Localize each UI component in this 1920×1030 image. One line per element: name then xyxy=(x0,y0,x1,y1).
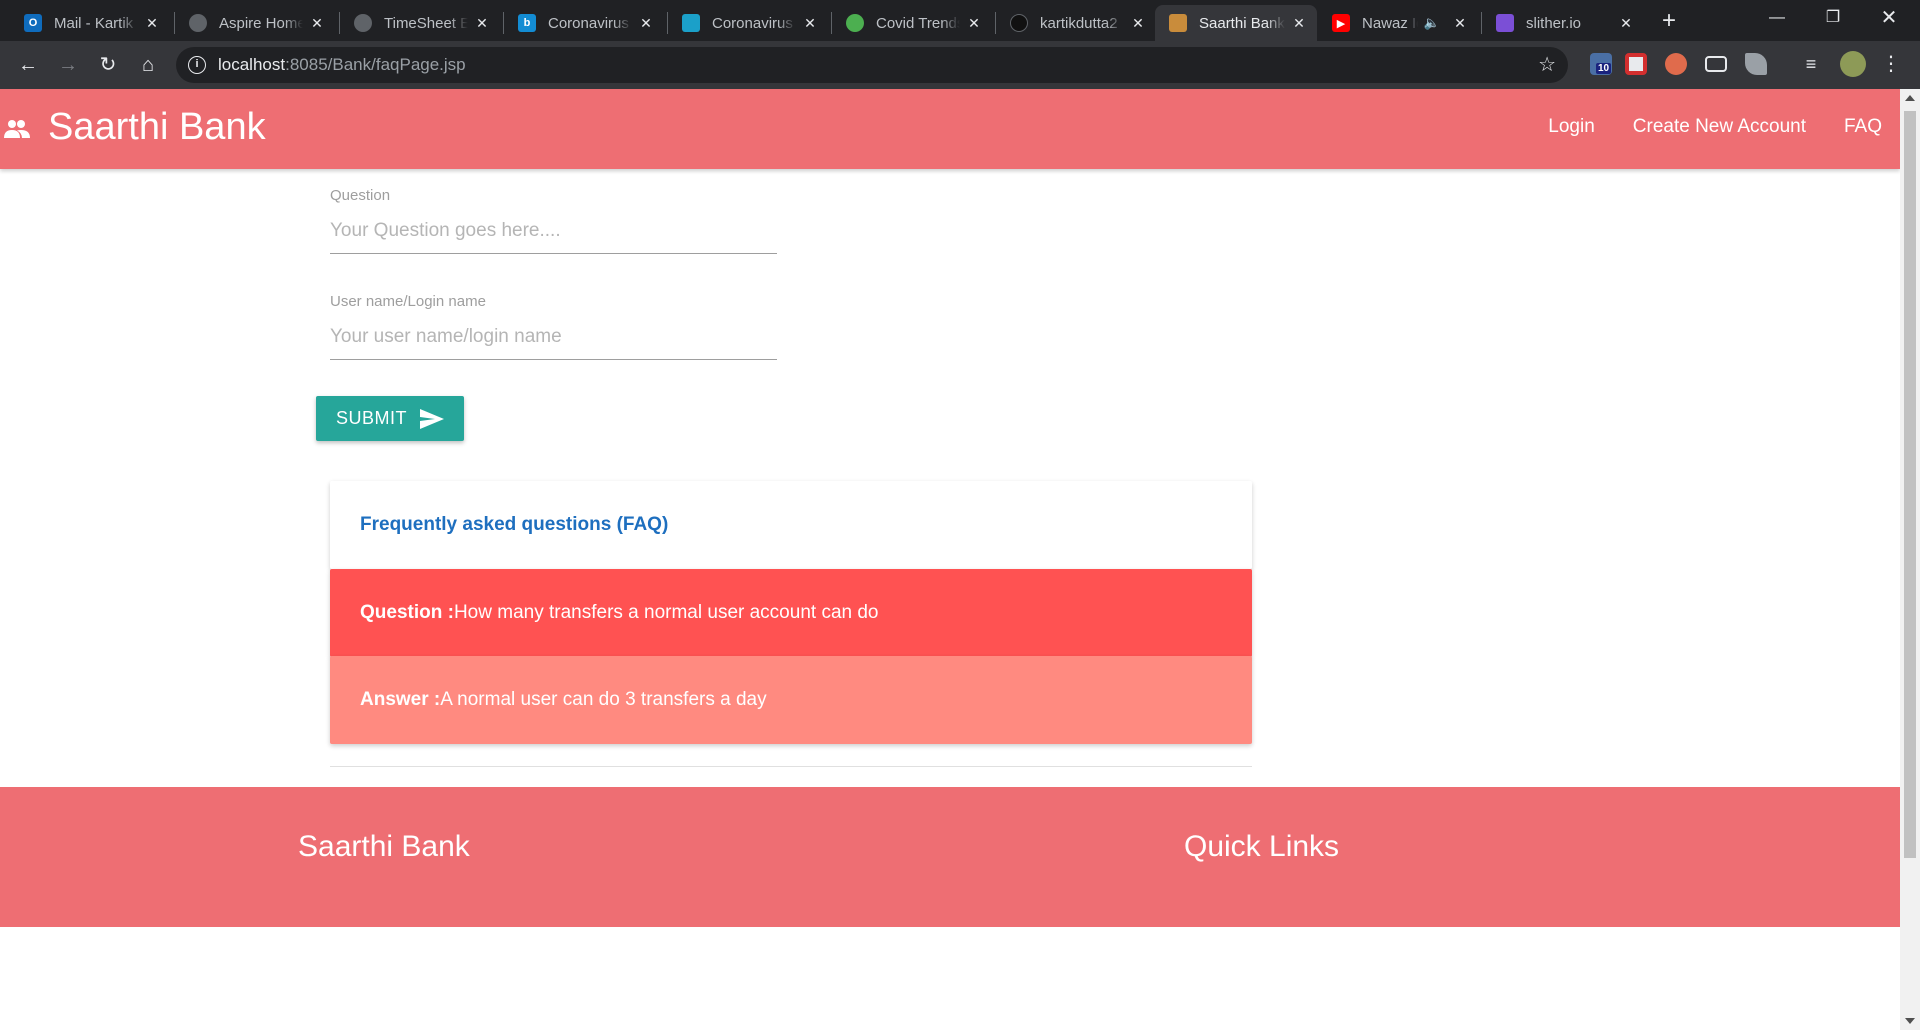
username-field: User name/Login name xyxy=(330,293,777,360)
nav-create-account-link[interactable]: Create New Account xyxy=(1633,116,1806,138)
close-icon[interactable]: ✕ xyxy=(1291,15,1307,31)
nav-links: Login Create New Account FAQ xyxy=(1548,116,1882,138)
site-navbar: Saarthi Bank Login Create New Account FA… xyxy=(0,89,1900,169)
outlook-icon: O xyxy=(24,14,42,32)
extension-icon[interactable]: 10 xyxy=(1590,53,1612,75)
tab-title: kartikdutta2 xyxy=(1040,14,1118,32)
browser-tab[interactable]: kartikdutta2 ✕ xyxy=(996,5,1156,41)
reload-button[interactable]: ↻ xyxy=(94,51,122,79)
close-icon[interactable]: ✕ xyxy=(309,15,325,31)
close-icon[interactable]: ✕ xyxy=(1452,15,1468,31)
tab-title: Coronavirus xyxy=(548,14,629,32)
question-label: Question xyxy=(330,187,391,204)
tab-title: slither.io xyxy=(1526,14,1582,32)
answer-prefix: Answer : xyxy=(360,689,441,710)
minimize-button[interactable]: — xyxy=(1754,0,1800,36)
tab-title: Coronavirus xyxy=(712,14,793,32)
pip-icon[interactable] xyxy=(1705,56,1727,72)
new-tab-button[interactable]: + xyxy=(1655,7,1683,35)
browser-tab-strip: O Mail - Kartik Dutta ✕ Aspire Home ✕ Ti… xyxy=(0,0,1920,41)
media-control-icon[interactable]: ≡ xyxy=(1800,53,1822,75)
bing-icon: b xyxy=(518,14,536,32)
browser-tab[interactable]: Covid Trends ✕ xyxy=(832,5,992,41)
nav-login-link[interactable]: Login xyxy=(1548,116,1595,138)
browser-tab[interactable]: Coronavirus ✕ xyxy=(668,5,828,41)
menu-icon[interactable]: ⋮ xyxy=(1880,53,1902,75)
restore-button[interactable]: ❐ xyxy=(1810,0,1856,36)
page-viewport: Saarthi Bank Login Create New Account FA… xyxy=(0,89,1900,1030)
youtube-icon: ▶ xyxy=(1332,14,1350,32)
scroll-down-arrow[interactable] xyxy=(1905,1018,1915,1024)
back-button[interactable]: ← xyxy=(14,51,42,79)
send-icon xyxy=(420,409,444,429)
answer-text: A normal user can do 3 transfers a day xyxy=(440,689,767,710)
browser-tab[interactable]: TimeSheet Entry ✕ xyxy=(340,5,500,41)
submit-label: SUBMIT xyxy=(336,408,408,428)
site-footer: Saarthi Bank Quick Links xyxy=(0,787,1900,927)
faq-answer-card: Answer : A normal user can do 3 transfer… xyxy=(330,656,1252,744)
close-icon[interactable]: ✕ xyxy=(638,15,654,31)
submit-button[interactable]: SUBMIT xyxy=(316,396,464,441)
question-input[interactable] xyxy=(330,208,777,254)
close-icon[interactable]: ✕ xyxy=(966,15,982,31)
speaker-icon[interactable]: 🔈 xyxy=(1424,15,1440,31)
bank-icon xyxy=(1169,14,1187,32)
close-window-button[interactable]: ✕ xyxy=(1866,0,1912,36)
browser-tab[interactable]: slither.io ✕ xyxy=(1482,5,1644,41)
question-field: Question xyxy=(330,187,777,254)
github-icon xyxy=(1010,14,1028,32)
slither-icon xyxy=(1496,14,1514,32)
avatar[interactable] xyxy=(1840,51,1866,77)
tab-title: Nawaz Iq xyxy=(1362,14,1418,32)
close-icon[interactable]: ✕ xyxy=(802,15,818,31)
faq-question-card: Question : How many transfers a normal u… xyxy=(330,569,1252,657)
footer-brand: Saarthi Bank xyxy=(298,830,470,863)
globe-icon xyxy=(354,14,372,32)
pocket-icon[interactable] xyxy=(1625,53,1647,75)
faq-heading: Frequently asked questions (FAQ) xyxy=(360,514,669,535)
question-prefix: Question : xyxy=(360,602,454,623)
divider xyxy=(330,766,1252,767)
tab-title: Covid Trends xyxy=(876,14,960,32)
browser-tab[interactable]: Aspire Home ✕ xyxy=(175,5,335,41)
extension-icon[interactable] xyxy=(1745,53,1767,75)
tab-title: Saarthi Bank xyxy=(1199,14,1285,32)
globe-icon xyxy=(189,14,207,32)
faq-heading-card: Frequently asked questions (FAQ) xyxy=(330,481,1252,569)
close-icon[interactable]: ✕ xyxy=(144,15,160,31)
scroll-up-arrow[interactable] xyxy=(1905,95,1915,101)
browser-tab[interactable]: ▶ Nawaz Iq 🔈 ✕ xyxy=(1318,5,1478,41)
tab-title: TimeSheet Entry xyxy=(384,14,468,32)
username-label: User name/Login name xyxy=(330,293,486,310)
browser-toolbar: ← → ↻ ⌂ i localhost:8085/Bank/faqPage.js… xyxy=(0,41,1920,89)
close-icon[interactable]: ✕ xyxy=(1618,15,1634,31)
extension-icon[interactable] xyxy=(1665,53,1687,75)
tracker-icon xyxy=(682,14,700,32)
question-text: How many transfers a normal user account… xyxy=(453,602,879,623)
people-icon xyxy=(4,120,30,138)
close-icon[interactable]: ✕ xyxy=(474,15,490,31)
browser-tab[interactable]: b Coronavirus ✕ xyxy=(504,5,664,41)
brand-logo[interactable]: Saarthi Bank xyxy=(48,106,266,149)
close-icon[interactable]: ✕ xyxy=(1130,15,1146,31)
browser-tab[interactable]: O Mail - Kartik Dutta ✕ xyxy=(10,5,170,41)
site-info-icon[interactable]: i xyxy=(188,56,206,74)
forward-button[interactable]: → xyxy=(54,51,82,79)
nav-faq-link[interactable]: FAQ xyxy=(1844,116,1882,138)
page-scrollbar[interactable] xyxy=(1900,89,1920,1030)
username-input[interactable] xyxy=(330,314,777,360)
browser-tab-active[interactable]: Saarthi Bank ✕ xyxy=(1155,5,1317,41)
url-text[interactable]: localhost:8085/Bank/faqPage.jsp xyxy=(218,55,466,75)
footer-quick-links-heading: Quick Links xyxy=(1184,830,1340,863)
home-button[interactable]: ⌂ xyxy=(134,51,162,79)
bookmark-star-icon[interactable]: ☆ xyxy=(1538,52,1556,77)
virus-icon xyxy=(846,14,864,32)
tab-title: Mail - Kartik Dutta xyxy=(54,14,138,32)
scrollbar-thumb[interactable] xyxy=(1904,111,1916,858)
address-bar[interactable]: i localhost:8085/Bank/faqPage.jsp ☆ xyxy=(176,47,1568,83)
extension-badge: 10 xyxy=(1596,63,1612,74)
tab-title: Aspire Home xyxy=(219,14,303,32)
